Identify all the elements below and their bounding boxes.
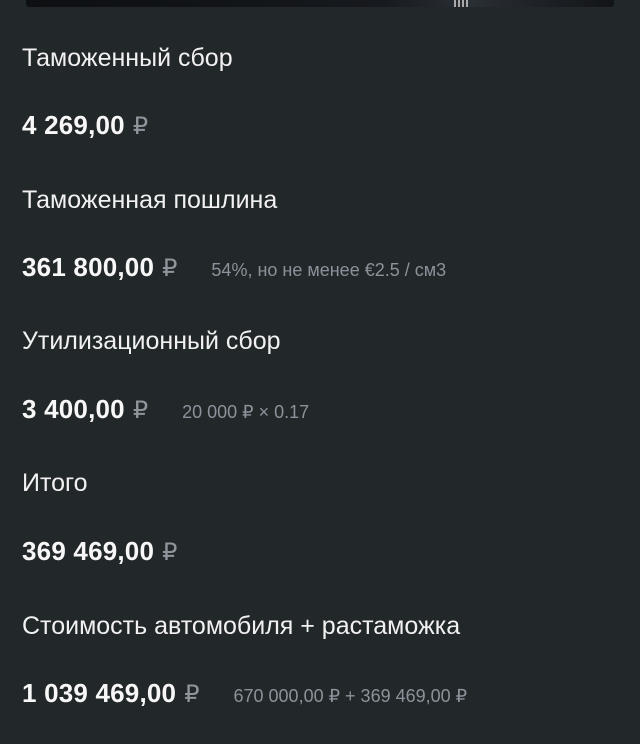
customs-fee-section: Таможенный сбор: [22, 44, 618, 73]
customs-duty-section: Таможенная пошлина: [22, 186, 618, 215]
car-photo-detail: [454, 0, 468, 7]
recycling-fee-amount: 3 400,00: [22, 394, 125, 424]
car-photo-strip: [26, 0, 614, 7]
ruble-sign: ₽: [162, 255, 178, 282]
ruble-sign: ₽: [184, 681, 200, 708]
recycling-fee-label: Утилизационный сбор: [22, 327, 281, 355]
customs-duty-formula: 54%, но не менее €2.5 / см3: [211, 260, 447, 280]
car-plus-customs-amount: 1 039 469,00: [22, 678, 177, 708]
car-plus-customs-formula: 670 000,00 ₽ + 369 469,00 ₽: [233, 686, 468, 706]
ruble-sign: ₽: [132, 113, 149, 140]
recycling-fee-formula: 20 000 ₽ × 0.17: [182, 402, 310, 422]
car-plus-customs-amount-row: 1 039 469,00 ₽ 670 000,00 ₽ + 369 469,00…: [22, 678, 618, 709]
customs-fee-label: Таможенный сбор: [22, 44, 233, 72]
total-amount: 369 469,00: [22, 536, 155, 566]
total-amount-row: 369 469,00 ₽: [22, 536, 618, 567]
customs-duty-label: Таможенная пошлина: [22, 186, 278, 214]
recycling-fee-section: Утилизационный сбор: [22, 327, 618, 356]
total-section: Итого: [22, 469, 618, 498]
customs-calculator-results: Таможенный сбор 4 269,00 ₽ Таможенная по…: [0, 0, 640, 744]
customs-fee-amount: 4 269,00: [22, 110, 125, 140]
recycling-fee-amount-row: 3 400,00 ₽ 20 000 ₽ × 0.17: [22, 394, 618, 425]
car-plus-customs-label: Стоимость автомобиля + растаможка: [22, 612, 461, 640]
ruble-sign: ₽: [162, 539, 178, 566]
customs-duty-amount: 361 800,00: [22, 252, 155, 282]
customs-duty-amount-row: 361 800,00 ₽ 54%, но не менее €2.5 / см3: [22, 252, 618, 283]
customs-fee-amount-row: 4 269,00 ₽: [22, 110, 618, 141]
total-label: Итого: [22, 469, 88, 497]
car-plus-customs-section: Стоимость автомобиля + растаможка: [22, 612, 618, 641]
ruble-sign: ₽: [132, 397, 149, 424]
